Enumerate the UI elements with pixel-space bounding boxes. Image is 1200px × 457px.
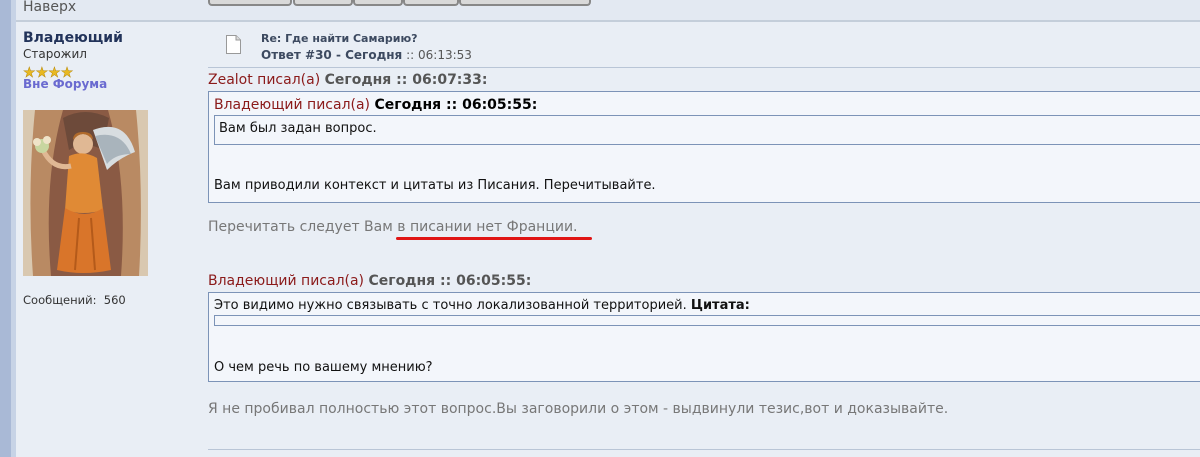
reply-text: Перечитать следует Вам в писании нет Фра… <box>208 219 578 235</box>
post-document-icon <box>226 35 241 54</box>
reply-text-2: Я не пробивал полностью этот вопрос.Вы з… <box>208 401 949 417</box>
quote-line-1-text: Это видимо нужно связывать с точно локал… <box>214 298 687 313</box>
time-separator: :: <box>406 48 415 62</box>
author-name[interactable]: Владеющий <box>23 30 193 46</box>
reply-text-start: Перечитать следует Вам <box>208 219 398 235</box>
rank-stars: ★★★★ <box>23 62 193 81</box>
author-rank: Старожил <box>23 47 87 61</box>
post-count: Сообщений: 560 <box>23 293 126 307</box>
nested-quote-date: Сегодня :: 06:05:55: <box>374 97 538 113</box>
online-status: Вне Форума <box>23 77 108 91</box>
avatar[interactable] <box>23 110 148 276</box>
toolbar-button-2[interactable] <box>293 0 353 6</box>
author-panel: Владеющий Старожил ★★★★ Вне Форума <box>23 30 193 91</box>
post-meta: Ответ #30 - Сегодня :: 06:13:53 <box>261 48 472 62</box>
toolbar-button-1[interactable] <box>208 0 292 6</box>
nested-quote-author[interactable]: Владеющий писал(а) <box>214 97 370 113</box>
quote-author-2[interactable]: Владеющий писал(а) <box>208 273 364 289</box>
post-area <box>16 22 1200 457</box>
quote-text: Вам приводили контекст и цитаты из Писан… <box>214 178 656 193</box>
quote-date-2: Сегодня :: 06:05:55: <box>368 273 532 289</box>
quote-author[interactable]: Zealot писал(а) <box>208 72 320 88</box>
toolbar-button-3[interactable] <box>353 0 403 6</box>
reply-number[interactable]: Ответ #30 - Сегодня <box>261 48 402 62</box>
post-count-label: Сообщений: <box>23 293 97 307</box>
post-title[interactable]: Re: Где найти Самарию? <box>261 32 418 45</box>
footer-separator <box>208 449 1200 450</box>
header-separator <box>208 67 1200 68</box>
inner-quote-box <box>214 315 1200 326</box>
quote-line-2: О чем речь по вашему мнению? <box>214 360 433 375</box>
post-count-value: 560 <box>103 293 126 307</box>
quote-line-1: Это видимо нужно связывать с точно локал… <box>214 298 750 313</box>
nested-quote-header: Владеющий писал(а) Сегодня :: 06:05:55: <box>214 97 537 113</box>
quote-header: Zealot писал(а) Сегодня :: 06:07:33: <box>208 72 487 88</box>
back-to-top-link[interactable]: Наверх <box>23 0 76 15</box>
toolbar-button-5[interactable] <box>459 0 591 6</box>
reply-text-underlined: в писании нет Франции. <box>397 219 578 235</box>
post-time: 06:13:53 <box>418 48 472 62</box>
toolbar-button-4[interactable] <box>403 0 459 6</box>
quote-date: Сегодня :: 06:07:33: <box>324 72 488 88</box>
left-border <box>0 0 11 457</box>
nested-quote-text: Вам был задан вопрос. <box>219 121 377 136</box>
red-underline-mark <box>396 237 592 240</box>
top-strip <box>16 0 1200 22</box>
inner-quote-label: Цитата: <box>690 298 750 313</box>
quote-header-2: Владеющий писал(а) Сегодня :: 06:05:55: <box>208 273 531 289</box>
